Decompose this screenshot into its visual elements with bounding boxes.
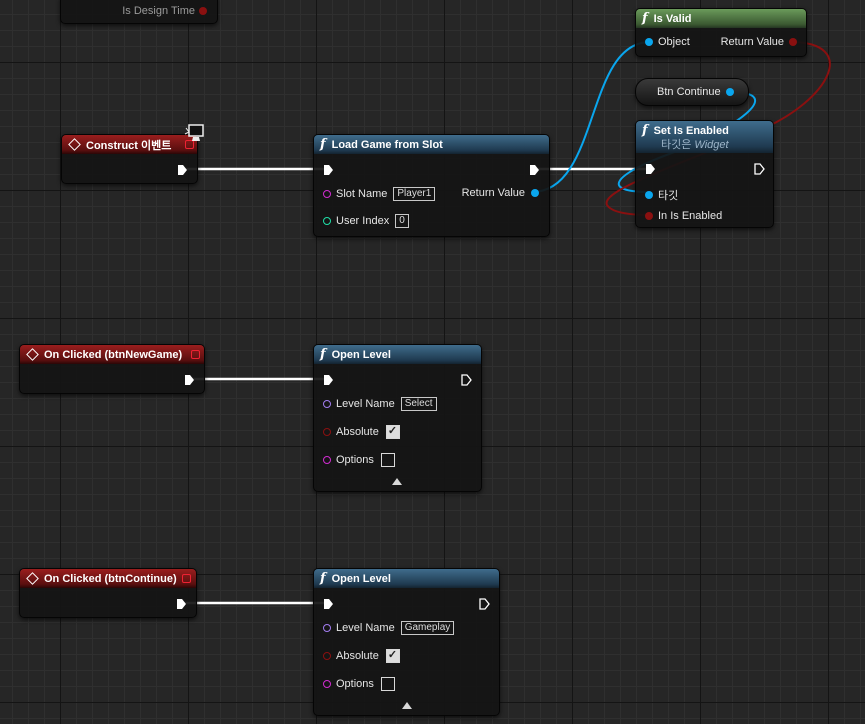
open-level-title: Open Level [331, 572, 391, 585]
user-index-input[interactable]: 0 [395, 214, 409, 228]
function-icon: f [320, 571, 326, 586]
slot-name-input[interactable]: Player1 [393, 187, 436, 201]
level-name-pin-icon[interactable] [323, 400, 331, 408]
slot-name-label: Slot Name [336, 188, 388, 200]
target-subtitle-prefix: 타깃은 [661, 139, 695, 151]
return-value-label: Return Value [720, 36, 784, 48]
new-game-event-title: On Clicked (btnNewGame) [44, 348, 183, 361]
check-icon: ✓ [387, 649, 398, 661]
options-label: Options [336, 678, 374, 690]
target-pin-label: 타깃 [658, 190, 679, 202]
bool-pin-icon[interactable] [199, 7, 207, 15]
open-level-header: f Open Level [314, 345, 481, 364]
construct-event-title: Construct 이벤트 [86, 139, 172, 152]
exec-in-pin-icon[interactable] [323, 164, 334, 179]
delegate-pin-icon[interactable] [191, 350, 200, 359]
btn-continue-getter[interactable]: Btn Continue [635, 78, 749, 106]
exec-out-pin-icon[interactable] [176, 598, 187, 613]
is-valid-title: Is Valid [653, 12, 692, 25]
set-is-enabled-node[interactable]: f Set Is Enabled 타깃은 Widget 타깃 In Is Ena… [635, 120, 774, 228]
object-output-pin-icon[interactable] [531, 189, 539, 197]
object-pin-label: Object [658, 36, 690, 48]
exec-in-pin-icon[interactable] [323, 374, 334, 389]
absolute-label: Absolute [336, 650, 379, 662]
construct-event-header: Construct 이벤트 [62, 135, 197, 154]
slot-name-pin-icon[interactable] [323, 190, 331, 198]
continue-event-header: On Clicked (btnContinue) [20, 569, 196, 588]
options-input[interactable] [380, 453, 395, 467]
load-game-node[interactable]: f Load Game from Slot Slot Name Player1 … [313, 134, 550, 237]
exec-in-pin-icon[interactable] [323, 598, 334, 613]
collapse-arrow-icon[interactable] [402, 702, 412, 709]
bool-output-pin-icon[interactable] [789, 38, 797, 46]
new-game-event-node[interactable]: On Clicked (btnNewGame) [19, 344, 205, 394]
level-name-input[interactable]: Gameplay [400, 621, 455, 635]
is-valid-node[interactable]: f Is Valid Object Return Value [635, 8, 807, 57]
absolute-checkbox[interactable]: ✓ [385, 649, 400, 663]
function-icon: f [320, 347, 326, 362]
is-valid-header: f Is Valid [636, 9, 806, 28]
btn-continue-label: Btn Continue [657, 86, 721, 98]
options-input[interactable] [380, 677, 395, 691]
function-icon: f [320, 137, 326, 152]
level-name-label: Level Name [336, 622, 395, 634]
delegate-pin-icon[interactable] [182, 574, 191, 583]
continue-event-title: On Clicked (btnContinue) [44, 572, 177, 585]
exec-in-pin-icon[interactable] [645, 163, 656, 178]
open-level-header: f Open Level [314, 569, 499, 588]
object-input-pin-icon[interactable] [645, 38, 653, 46]
load-game-header: f Load Game from Slot [314, 135, 549, 154]
open-level-title: Open Level [331, 348, 391, 361]
in-is-enabled-pin-icon[interactable] [645, 212, 653, 220]
design-time-node[interactable]: Is Design Time [60, 0, 218, 24]
event-icon [26, 348, 39, 361]
object-output-pin-icon[interactable] [725, 88, 734, 96]
absolute-pin-icon[interactable] [323, 428, 331, 436]
exec-out-pin-icon[interactable] [461, 374, 472, 389]
is-design-time-label: Is Design Time [122, 5, 195, 17]
set-is-enabled-header: f Set Is Enabled 타깃은 Widget [636, 121, 773, 153]
collapse-arrow-icon[interactable] [392, 478, 402, 485]
level-name-label: Level Name [336, 398, 395, 410]
return-value-label: Return Value [461, 187, 525, 199]
function-icon: f [642, 123, 648, 138]
exec-out-pin-icon[interactable] [754, 163, 765, 178]
target-subtitle-class: Widget [694, 139, 729, 151]
options-pin-icon[interactable] [323, 456, 331, 464]
target-pin-icon[interactable] [645, 191, 653, 199]
absolute-pin-icon[interactable] [323, 652, 331, 660]
absolute-checkbox[interactable]: ✓ [385, 425, 400, 439]
options-label: Options [336, 454, 374, 466]
options-pin-icon[interactable] [323, 680, 331, 688]
load-game-title: Load Game from Slot [331, 138, 443, 151]
exec-out-pin-icon[interactable] [479, 598, 490, 613]
check-icon: ✓ [387, 425, 398, 437]
absolute-label: Absolute [336, 426, 379, 438]
user-index-pin-icon[interactable] [323, 217, 331, 225]
event-icon [68, 138, 81, 151]
construct-event-node[interactable]: Construct 이벤트 [61, 134, 198, 184]
level-name-input[interactable]: Select [400, 397, 437, 411]
open-level-node-2[interactable]: f Open Level Level Name Gameplay Absolut… [313, 568, 500, 716]
in-is-enabled-label: In Is Enabled [658, 210, 723, 222]
function-icon: f [642, 11, 648, 26]
set-is-enabled-title: Set Is Enabled [653, 124, 729, 137]
event-icon [26, 572, 39, 585]
continue-event-node[interactable]: On Clicked (btnContinue) [19, 568, 197, 618]
exec-out-pin-icon[interactable] [177, 164, 188, 179]
monitor-icon [184, 124, 206, 144]
exec-out-pin-icon[interactable] [529, 164, 540, 179]
new-game-event-header: On Clicked (btnNewGame) [20, 345, 204, 364]
open-level-node-1[interactable]: f Open Level Level Name Select Absolute … [313, 344, 482, 492]
user-index-label: User Index [336, 215, 390, 227]
exec-out-pin-icon[interactable] [184, 374, 195, 389]
level-name-pin-icon[interactable] [323, 624, 331, 632]
